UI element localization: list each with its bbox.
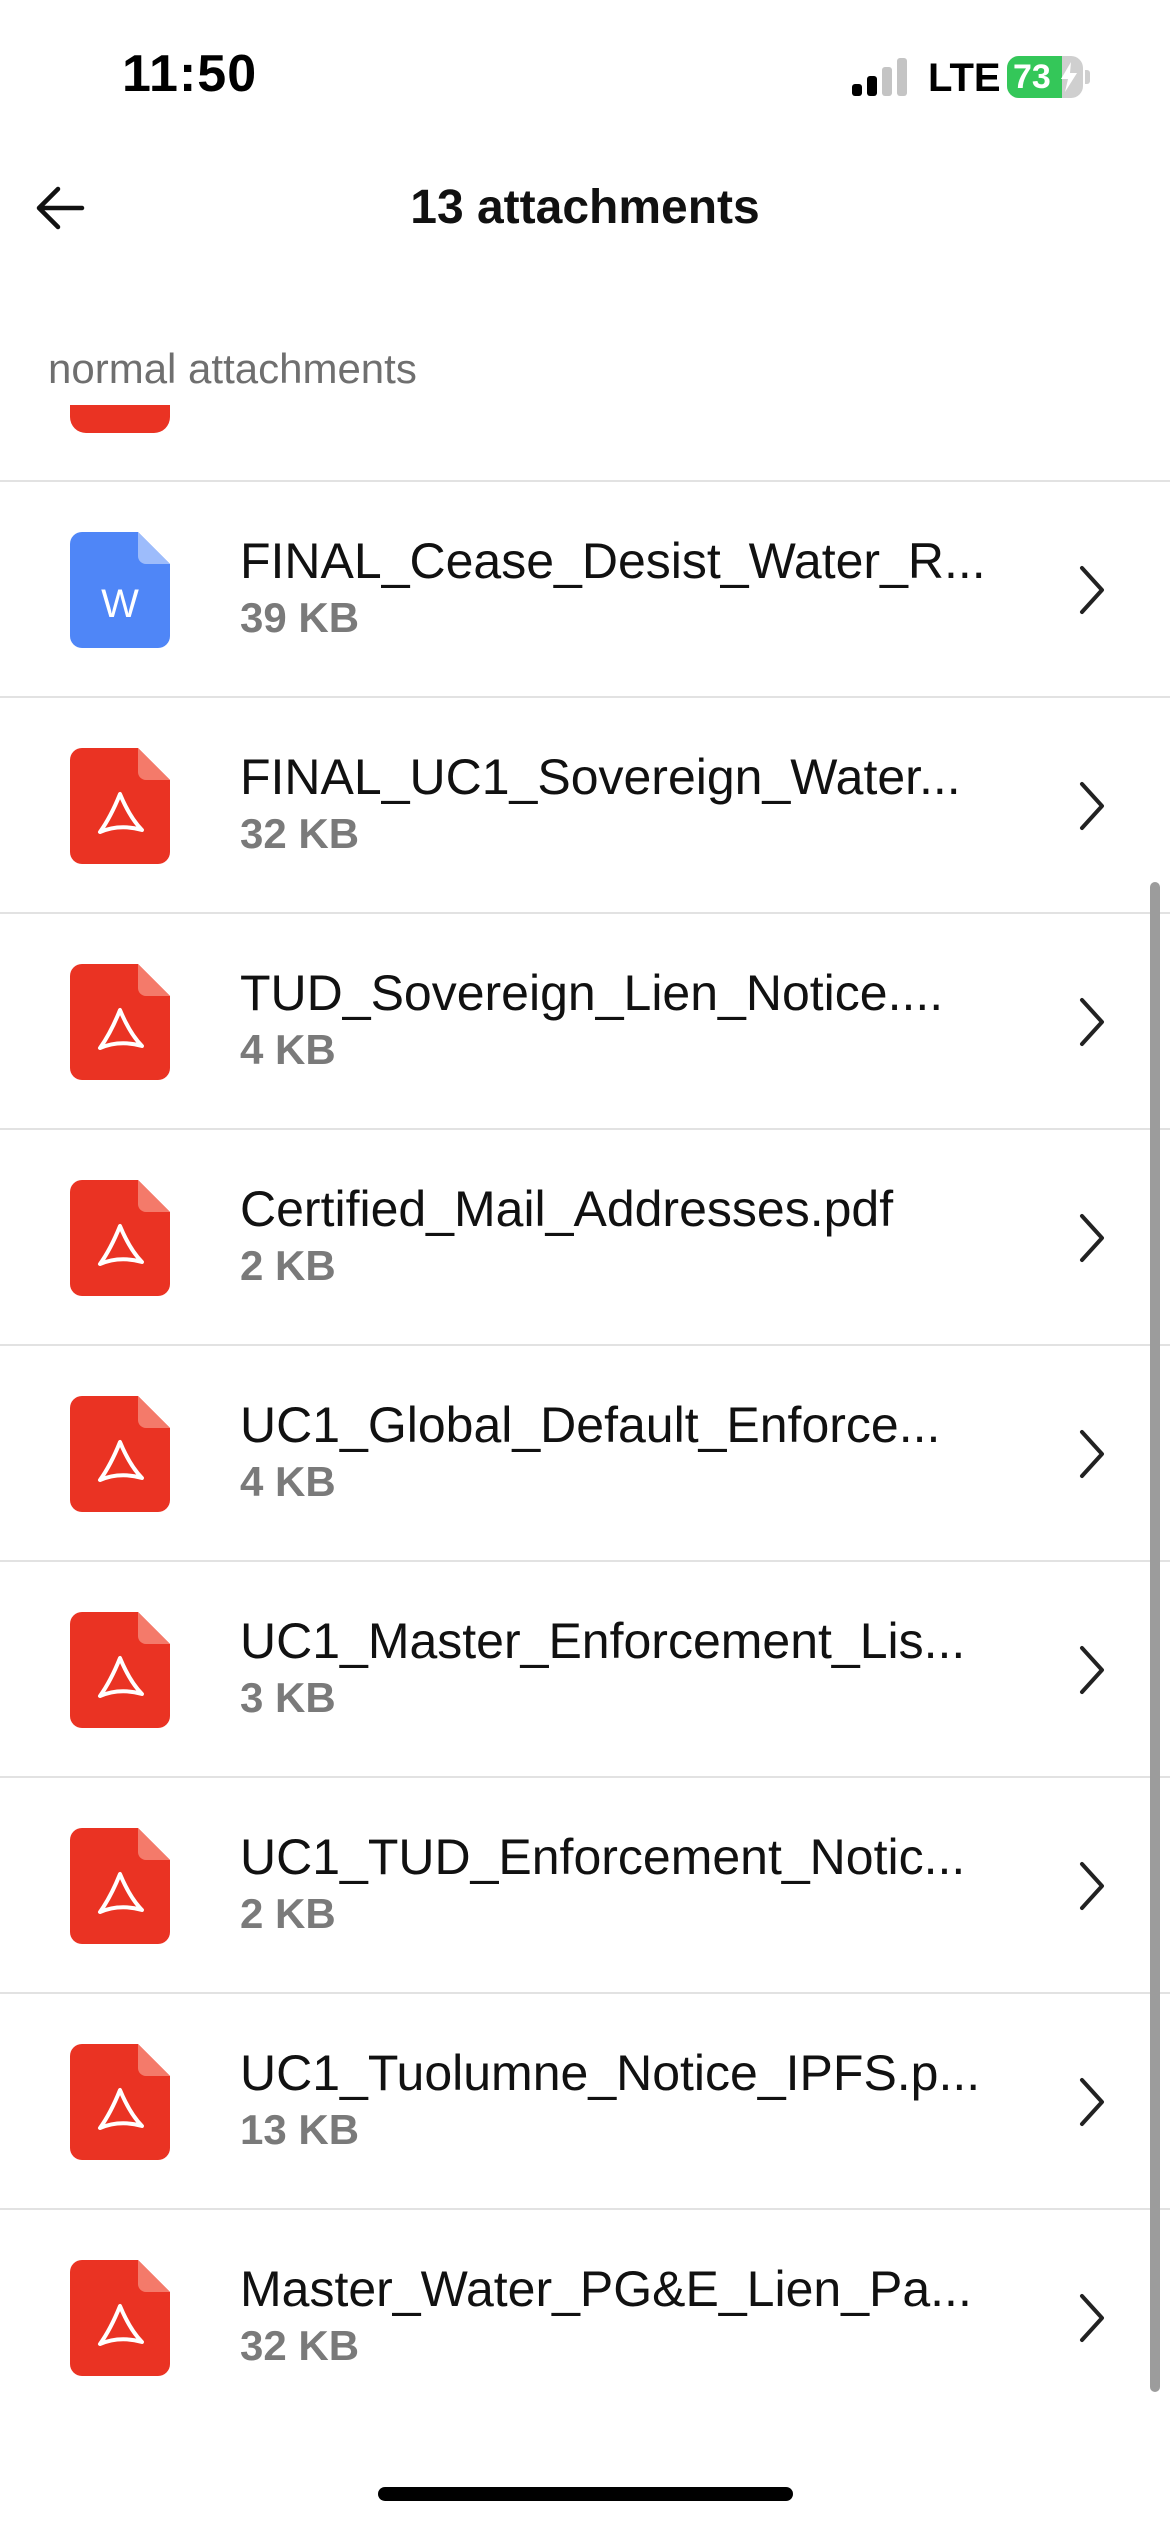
attachments-list[interactable]: W FINAL_Cease_Desist_Water_R... 39 KB FINAL…: [0, 405, 1170, 2420]
pdf-file-icon: [70, 405, 170, 433]
attachment-row[interactable]: FINAL_UC1_Sovereign_Water... 32 KB: [0, 698, 1170, 914]
battery-level: 73: [1013, 58, 1051, 96]
network-type: LTE: [928, 56, 1001, 100]
chevron-right-icon: [1080, 782, 1104, 830]
chevron-right-icon: [1080, 1214, 1104, 1262]
attachment-name: UC1_Global_Default_Enforce...: [240, 1397, 941, 1453]
chevron-right-icon: [1080, 1862, 1104, 1910]
attachment-name: Master_Water_PG&E_Lien_Pa...: [240, 2261, 972, 2317]
attachment-name: UC1_TUD_Enforcement_Notic...: [240, 1829, 966, 1885]
signal-icon: [852, 58, 912, 96]
attachment-name: FINAL_UC1_Sovereign_Water...: [240, 749, 961, 805]
status-time: 11:50: [122, 45, 258, 103]
status-bar: 11:50 LTE 73: [0, 0, 1170, 150]
attachment-row[interactable]: UC1_Tuolumne_Notice_IPFS.p... 13 KB: [0, 1994, 1170, 2210]
attachment-row[interactable]: W FINAL_Cease_Desist_Water_R... 39 KB: [0, 482, 1170, 698]
pdf-file-icon: [70, 748, 170, 864]
attachment-size: 39 KB: [240, 594, 360, 641]
attachment-name: FINAL_Cease_Desist_Water_R...: [240, 533, 986, 589]
chevron-right-icon: [1080, 2294, 1104, 2342]
attachment-row[interactable]: UC1_TUD_Enforcement_Notic... 2 KB: [0, 1778, 1170, 1994]
page-title: 13 attachments: [410, 181, 760, 234]
chevron-right-icon: [1080, 998, 1104, 1046]
scrollbar[interactable]: [1150, 882, 1160, 2392]
home-indicator[interactable]: [378, 2487, 793, 2501]
attachment-name: TUD_Sovereign_Lien_Notice....: [240, 965, 944, 1021]
pdf-file-icon: [70, 2260, 170, 2376]
pdf-file-icon: [70, 964, 170, 1080]
attachment-size: 32 KB: [240, 2322, 360, 2369]
attachment-name: UC1_Master_Enforcement_Lis...: [240, 1613, 966, 1669]
chevron-right-icon: [1080, 1646, 1104, 1694]
attachment-name: Certified_Mail_Addresses.pdf: [240, 1181, 894, 1237]
attachment-size: 13 KB: [240, 2106, 360, 2153]
pdf-file-icon: [70, 2044, 170, 2160]
nav-header: 13 attachments: [0, 150, 1170, 260]
word-badge: W: [101, 582, 139, 626]
attachment-name: UC1_Tuolumne_Notice_IPFS.p...: [240, 2045, 981, 2101]
attachment-row[interactable]: UC1_Master_Enforcement_Lis... 3 KB: [0, 1562, 1170, 1778]
attachment-size: 4 KB: [240, 1458, 336, 1505]
attachment-size: 3 KB: [240, 1674, 336, 1721]
attachment-row[interactable]: TUD_Sovereign_Lien_Notice.... 4 KB: [0, 914, 1170, 1130]
attachment-size: 2 KB: [240, 1890, 336, 1937]
chevron-right-icon: [1080, 2078, 1104, 2126]
battery-charging-icon: 73: [1007, 56, 1090, 98]
pdf-file-icon: [70, 1612, 170, 1728]
attachment-size: 32 KB: [240, 810, 360, 857]
chevron-right-icon: [1080, 1430, 1104, 1478]
pdf-file-icon: [70, 1396, 170, 1512]
section-label: normal attachments: [48, 345, 417, 392]
pdf-file-icon: [70, 1828, 170, 1944]
attachment-size: 4 KB: [240, 1026, 336, 1073]
pdf-file-icon: [70, 1180, 170, 1296]
attachment-row[interactable]: Master_Water_PG&E_Lien_Pa... 32 KB: [0, 2210, 1170, 2420]
chevron-right-icon: [1080, 566, 1104, 614]
attachment-row[interactable]: Certified_Mail_Addresses.pdf 2 KB: [0, 1130, 1170, 1346]
attachment-size: 2 KB: [240, 1242, 336, 1289]
attachment-row[interactable]: UC1_Global_Default_Enforce... 4 KB: [0, 1346, 1170, 1562]
